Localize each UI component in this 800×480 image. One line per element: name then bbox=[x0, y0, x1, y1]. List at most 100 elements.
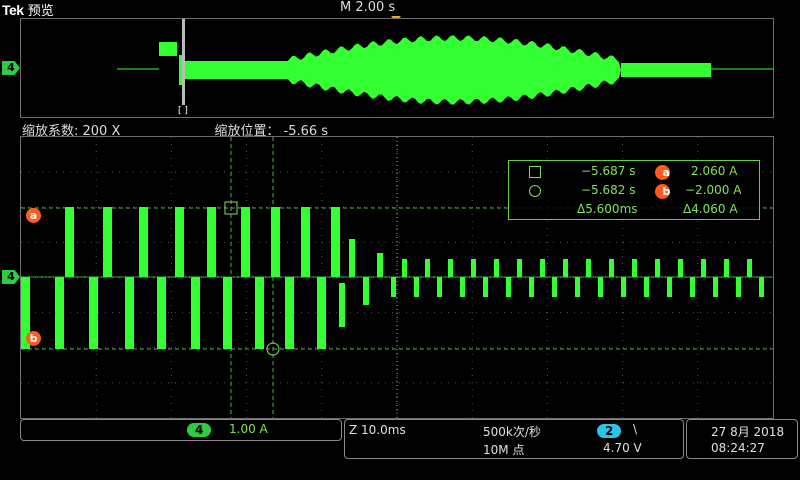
trace-pulse-upper bbox=[271, 207, 280, 277]
trace-pulse-upper bbox=[207, 207, 216, 277]
trace-pulse-upper bbox=[331, 207, 340, 277]
trace-pulse-small-lower bbox=[598, 277, 603, 297]
trace-pulse-lower bbox=[255, 277, 264, 349]
trigger-slope-icon: \ bbox=[633, 422, 638, 436]
trace-pulse-small-lower bbox=[552, 277, 557, 297]
trace-pulse-small-lower bbox=[621, 277, 626, 297]
readout-b-label: b bbox=[662, 185, 671, 198]
sample-rate: 500k次/秒 bbox=[483, 425, 541, 439]
trace-pulse-small-upper bbox=[563, 259, 568, 277]
trace-pulse-lower bbox=[223, 277, 232, 349]
trace-pulse-upper bbox=[103, 207, 112, 277]
trace-pulse-small-lower bbox=[529, 277, 534, 297]
trace-pulse-transition bbox=[363, 277, 369, 305]
trace-pulse-small-lower bbox=[391, 277, 396, 297]
mode-label: 预览 bbox=[27, 4, 54, 19]
cursor-delta-time: Δ5.600ms bbox=[577, 202, 638, 216]
datetime-box: 27 8月 2018 08:24:27 bbox=[686, 419, 798, 459]
trace-pulse-small-lower bbox=[759, 277, 764, 297]
trace-pulse-lower bbox=[89, 277, 98, 349]
zoom-timebase: Z 10.0ms bbox=[349, 423, 406, 437]
trace-pulse-small-upper bbox=[425, 259, 430, 277]
overview-trace bbox=[117, 19, 773, 105]
trigger-channel-badge[interactable]: 2 bbox=[597, 424, 622, 438]
date-label: 27 8月 2018 bbox=[711, 425, 785, 439]
trace-pulse-small-upper bbox=[586, 259, 591, 277]
trace-pulse-small-lower bbox=[667, 277, 672, 297]
trace-pulse-small-upper bbox=[471, 259, 476, 277]
trace-pulse-small-lower bbox=[713, 277, 718, 297]
overview-pulse-block bbox=[159, 42, 177, 56]
trace-pulse-lower bbox=[317, 277, 326, 349]
cursor-a-icon: a bbox=[655, 165, 670, 180]
trace-pulse-small-upper bbox=[517, 259, 522, 277]
trace-pulse-small-lower bbox=[414, 277, 419, 297]
trace-pulse-small-upper bbox=[448, 259, 453, 277]
trace-pulse-upper bbox=[241, 207, 250, 277]
trace-pulse-lower bbox=[191, 277, 200, 349]
trace-pulse-small-upper bbox=[678, 259, 683, 277]
trace-pulse-small-upper bbox=[609, 259, 614, 277]
channel-4-scale: 1.00 A bbox=[229, 422, 268, 436]
trace-pulse-small-lower bbox=[437, 277, 442, 297]
brand-header: Tek 预览 bbox=[2, 0, 54, 19]
trace-pulse-small-lower bbox=[690, 277, 695, 297]
trace-pulse-small-upper bbox=[655, 259, 660, 277]
trace-pulse-upper bbox=[65, 207, 74, 277]
zoom-window-bracket[interactable]: [ ] bbox=[178, 106, 188, 116]
trace-pulse-small-lower bbox=[736, 277, 741, 297]
trace-pulse-lower bbox=[55, 277, 64, 349]
trace-pulse-transition bbox=[339, 283, 345, 327]
trace-pulse-lower bbox=[125, 277, 134, 349]
trace-pulse-transition bbox=[377, 253, 383, 277]
trace-pulse-lower bbox=[157, 277, 166, 349]
cursor-2-time: −5.682 s bbox=[581, 183, 636, 197]
channel-4-marker-overview[interactable]: 4 bbox=[2, 61, 20, 75]
channel-4-marker-main[interactable]: 4 bbox=[2, 270, 20, 284]
trace-pulse-upper bbox=[301, 207, 310, 277]
cursor-b-tag[interactable]: b bbox=[26, 331, 41, 346]
acquisition-status-box[interactable]: Z 10.0ms 500k次/秒 10M 点 2 \ 4.70 V bbox=[344, 419, 684, 459]
trace-pulse-transition bbox=[349, 239, 355, 277]
trace-pulse-small-lower bbox=[506, 277, 511, 297]
trace-pulse-small-upper bbox=[540, 259, 545, 277]
channel-4-marker-label-main: 4 bbox=[7, 270, 15, 283]
trace-pulse-upper bbox=[175, 207, 184, 277]
cursor-a-tag[interactable]: a bbox=[26, 208, 41, 223]
channel-4-marker-label: 4 bbox=[7, 61, 15, 74]
trigger-level: 4.70 V bbox=[603, 441, 642, 455]
cursor-b-label: b bbox=[29, 332, 38, 345]
trace-pulse-small-upper bbox=[724, 259, 729, 277]
trace-pulse-small-lower bbox=[483, 277, 488, 297]
cursor-1-time: −5.687 s bbox=[581, 164, 636, 178]
trace-pulse-lower bbox=[285, 277, 294, 349]
cursor-square-icon bbox=[529, 166, 541, 178]
trace-pulse-small-upper bbox=[701, 259, 706, 277]
trace-pulse-small-upper bbox=[747, 259, 752, 277]
trace-pulse-small-lower bbox=[644, 277, 649, 297]
tek-logo: Tek bbox=[2, 2, 24, 18]
channel-4-badge[interactable]: 4 bbox=[187, 423, 212, 437]
overview-zoom-cursor bbox=[182, 19, 185, 105]
trace-pulse-small-upper bbox=[494, 259, 499, 277]
cursor-a-label: a bbox=[29, 209, 38, 222]
cursor-circle-icon bbox=[529, 185, 541, 197]
overview-burst-tail bbox=[621, 63, 711, 77]
cursor-b-value: −2.000 A bbox=[685, 183, 742, 197]
trace-pulse-small-lower bbox=[575, 277, 580, 297]
channel-status-box[interactable]: 4 1.00 A bbox=[20, 419, 342, 441]
trace-pulse-upper bbox=[139, 207, 148, 277]
record-length: 10M 点 bbox=[483, 443, 525, 457]
overview-burst-envelope bbox=[286, 35, 621, 105]
cursor-readout-panel[interactable]: −5.687 s a 2.060 A −5.682 s b −2.000 A Δ… bbox=[508, 160, 760, 220]
cursor-b-icon: b bbox=[655, 184, 670, 199]
cursor-delta-value: Δ4.060 A bbox=[683, 202, 738, 216]
overview-waveform bbox=[20, 18, 774, 118]
time-label: 08:24:27 bbox=[711, 441, 765, 455]
trace-pulse-small-upper bbox=[402, 259, 407, 277]
readout-a-label: a bbox=[662, 166, 670, 179]
trace-pulse-small-upper bbox=[632, 259, 637, 277]
cursor-a-value: 2.060 A bbox=[691, 164, 738, 178]
timebase-readout[interactable]: M 2.00 s bbox=[340, 0, 395, 15]
trace-pulse-small-lower bbox=[460, 277, 465, 297]
